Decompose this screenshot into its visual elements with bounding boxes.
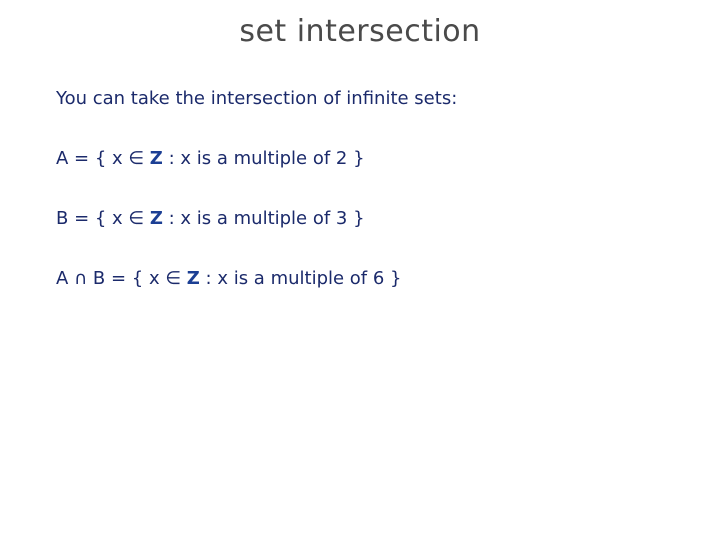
- set-b-prefix: B = { x ∈: [56, 208, 150, 229]
- set-b-definition: B = { x ∈ Z : x is a multiple of 3 }: [56, 208, 365, 229]
- intersection-definition: A ∩ B = { x ∈ Z : x is a multiple of 6 }: [56, 268, 401, 289]
- set-a-suffix: : x is a multiple of 2 }: [162, 148, 365, 169]
- intro-text: You can take the intersection of infinit…: [56, 88, 458, 109]
- set-b-suffix: : x is a multiple of 3 }: [162, 208, 365, 229]
- intersection-suffix: : x is a multiple of 6 }: [199, 268, 402, 289]
- integers-symbol: Z: [186, 268, 200, 289]
- slide-title: set intersection: [239, 14, 481, 49]
- intersection-prefix: A ∩ B = { x ∈: [56, 268, 187, 289]
- set-a-definition: A = { x ∈ Z : x is a multiple of 2 }: [56, 148, 365, 169]
- integers-symbol: Z: [149, 208, 163, 229]
- set-a-prefix: A = { x ∈: [56, 148, 150, 169]
- integers-symbol: Z: [149, 148, 163, 169]
